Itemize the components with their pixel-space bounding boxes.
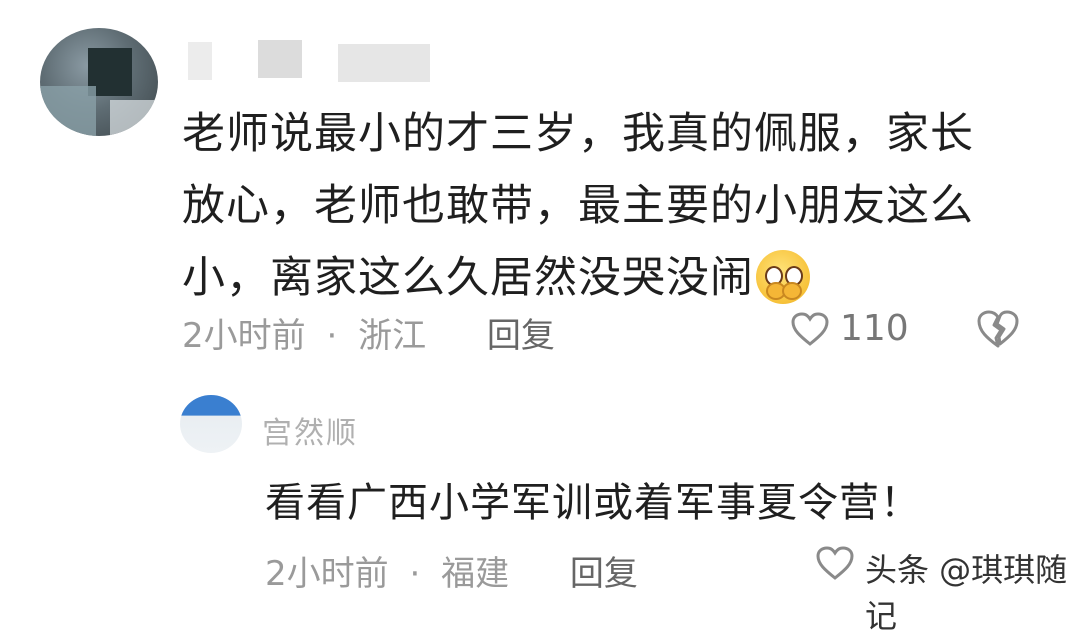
avatar-pixel-block [40,86,96,136]
comment-text: 看看广西小学军训或着军事夏令营！ [265,480,921,526]
comment-line-text: 小，离家这么久居然没哭没闹 [182,253,754,303]
username-blurred[interactable] [188,38,448,82]
avatar-pixel-block [110,100,158,136]
pleading-face-emoji [756,249,810,304]
separator: · [326,316,338,356]
blur-block [338,44,430,82]
broken-heart-icon [977,310,1019,348]
heart-icon [791,311,829,346]
comment-line: 老师说最小的才三岁，我真的佩服，家长 [182,109,974,159]
blur-block [188,42,212,80]
avatar[interactable] [40,28,158,136]
avatar[interactable] [180,395,242,453]
timestamp: 2小时前 [265,554,389,594]
reply-button[interactable]: 回复 [570,554,638,594]
location: 浙江 [358,316,427,356]
comment-meta: 2小时前 · 福建 回复 [265,546,638,595]
blur-block [258,40,302,78]
heart-icon [816,546,854,580]
timestamp: 2小时前 [182,316,306,356]
reply-button[interactable]: 回复 [487,316,555,356]
comment-meta: 2小时前 · 浙江 回复 [182,308,555,357]
comment-line-last: 小，离家这么久居然没哭没闹 [182,242,1022,314]
like-button[interactable] [815,545,855,585]
comment-line: 放心，老师也敢带，最主要的小朋友这么 [182,181,974,231]
separator: · [409,554,421,594]
location: 福建 [441,554,510,594]
like-button[interactable]: 110 [790,308,909,349]
dislike-button[interactable] [975,308,1021,354]
comment-text: 老师说最小的才三岁，我真的佩服，家长 放心，老师也敢带，最主要的小朋友这么 小，… [182,98,1022,314]
username[interactable]: 宫然顺 [262,408,358,452]
like-count: 110 [840,308,909,349]
watermark: 头条 @琪琪随记 [865,551,1068,635]
